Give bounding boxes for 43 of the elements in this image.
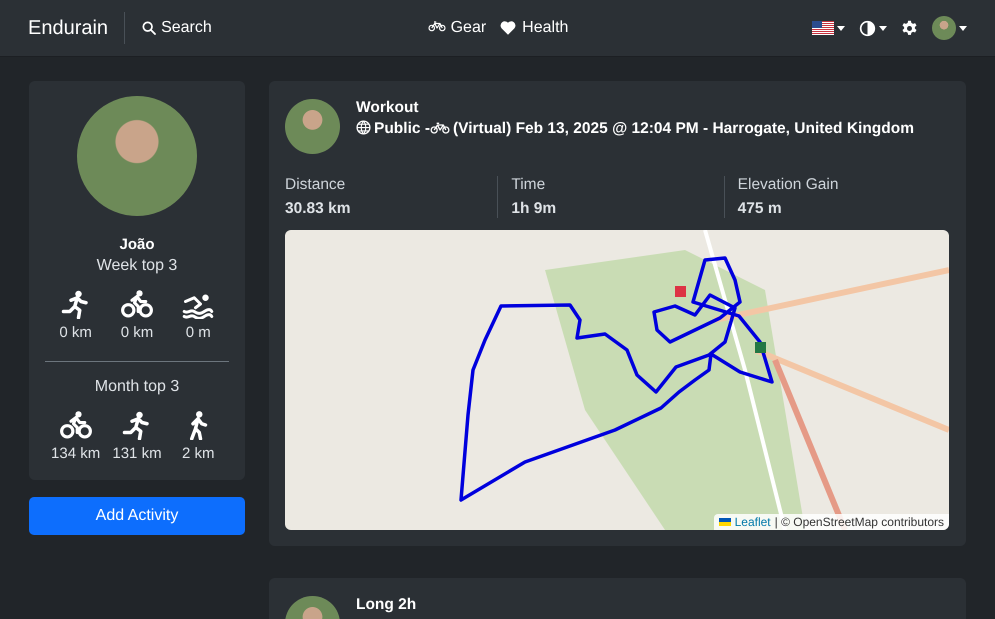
stat-label: Time (511, 176, 546, 194)
user-dropdown[interactable] (932, 16, 968, 40)
week-distance: 0 m (186, 323, 211, 343)
flag-icon (812, 21, 834, 35)
heart-icon (498, 19, 518, 37)
settings-icon[interactable] (901, 20, 918, 36)
theme-dropdown[interactable] (859, 20, 888, 36)
stat-value: 30.83 km (285, 200, 352, 218)
caret-icon (837, 26, 846, 30)
month-title: Month top 3 (94, 378, 180, 396)
week-distance: 0 km (120, 323, 154, 343)
caret-icon (879, 26, 888, 30)
activity-title-link[interactable]: Long 2h (356, 596, 912, 614)
caret-icon (959, 26, 968, 30)
visibility-text: Public - (374, 120, 430, 137)
leaflet-link[interactable]: Leaflet (734, 515, 771, 529)
attribution-text: | © OpenStreetMap contributors (774, 515, 944, 529)
avatar (932, 16, 956, 40)
gear-link[interactable]: Gear (426, 19, 486, 37)
activity-details: (Virtual) Feb 13, 2025 @ 12:04 PM - Harrogate, United Kingdom (452, 120, 914, 137)
flag-icon (718, 518, 731, 526)
language-dropdown[interactable] (812, 21, 846, 35)
bicycle-icon (430, 120, 450, 135)
contrast-icon (859, 20, 876, 36)
stat-label: Elevation Gain (738, 176, 840, 194)
brand-link[interactable]: Endurain (28, 16, 108, 40)
stat-value: 1h 9m (511, 200, 558, 218)
week-title: Week top 3 (96, 257, 178, 275)
user-name: João (119, 236, 154, 253)
globe-icon (356, 120, 371, 135)
cyclist-icon (118, 289, 155, 319)
health-link[interactable]: Health (498, 19, 568, 37)
cyclist-icon (58, 410, 94, 440)
activity-title-link[interactable]: Workout (356, 99, 950, 117)
search-link[interactable]: Search (141, 19, 212, 37)
month-distance: 131 km (112, 444, 162, 464)
stat-label: Distance (285, 176, 346, 194)
add-activity-button[interactable]: Add Activity (29, 497, 245, 535)
month-distance: 134 km (51, 444, 100, 464)
week-distance: 0 km (59, 323, 92, 343)
stat-value: 475 m (738, 200, 783, 218)
month-distance: 2 km (182, 444, 215, 464)
search-icon (141, 20, 158, 36)
